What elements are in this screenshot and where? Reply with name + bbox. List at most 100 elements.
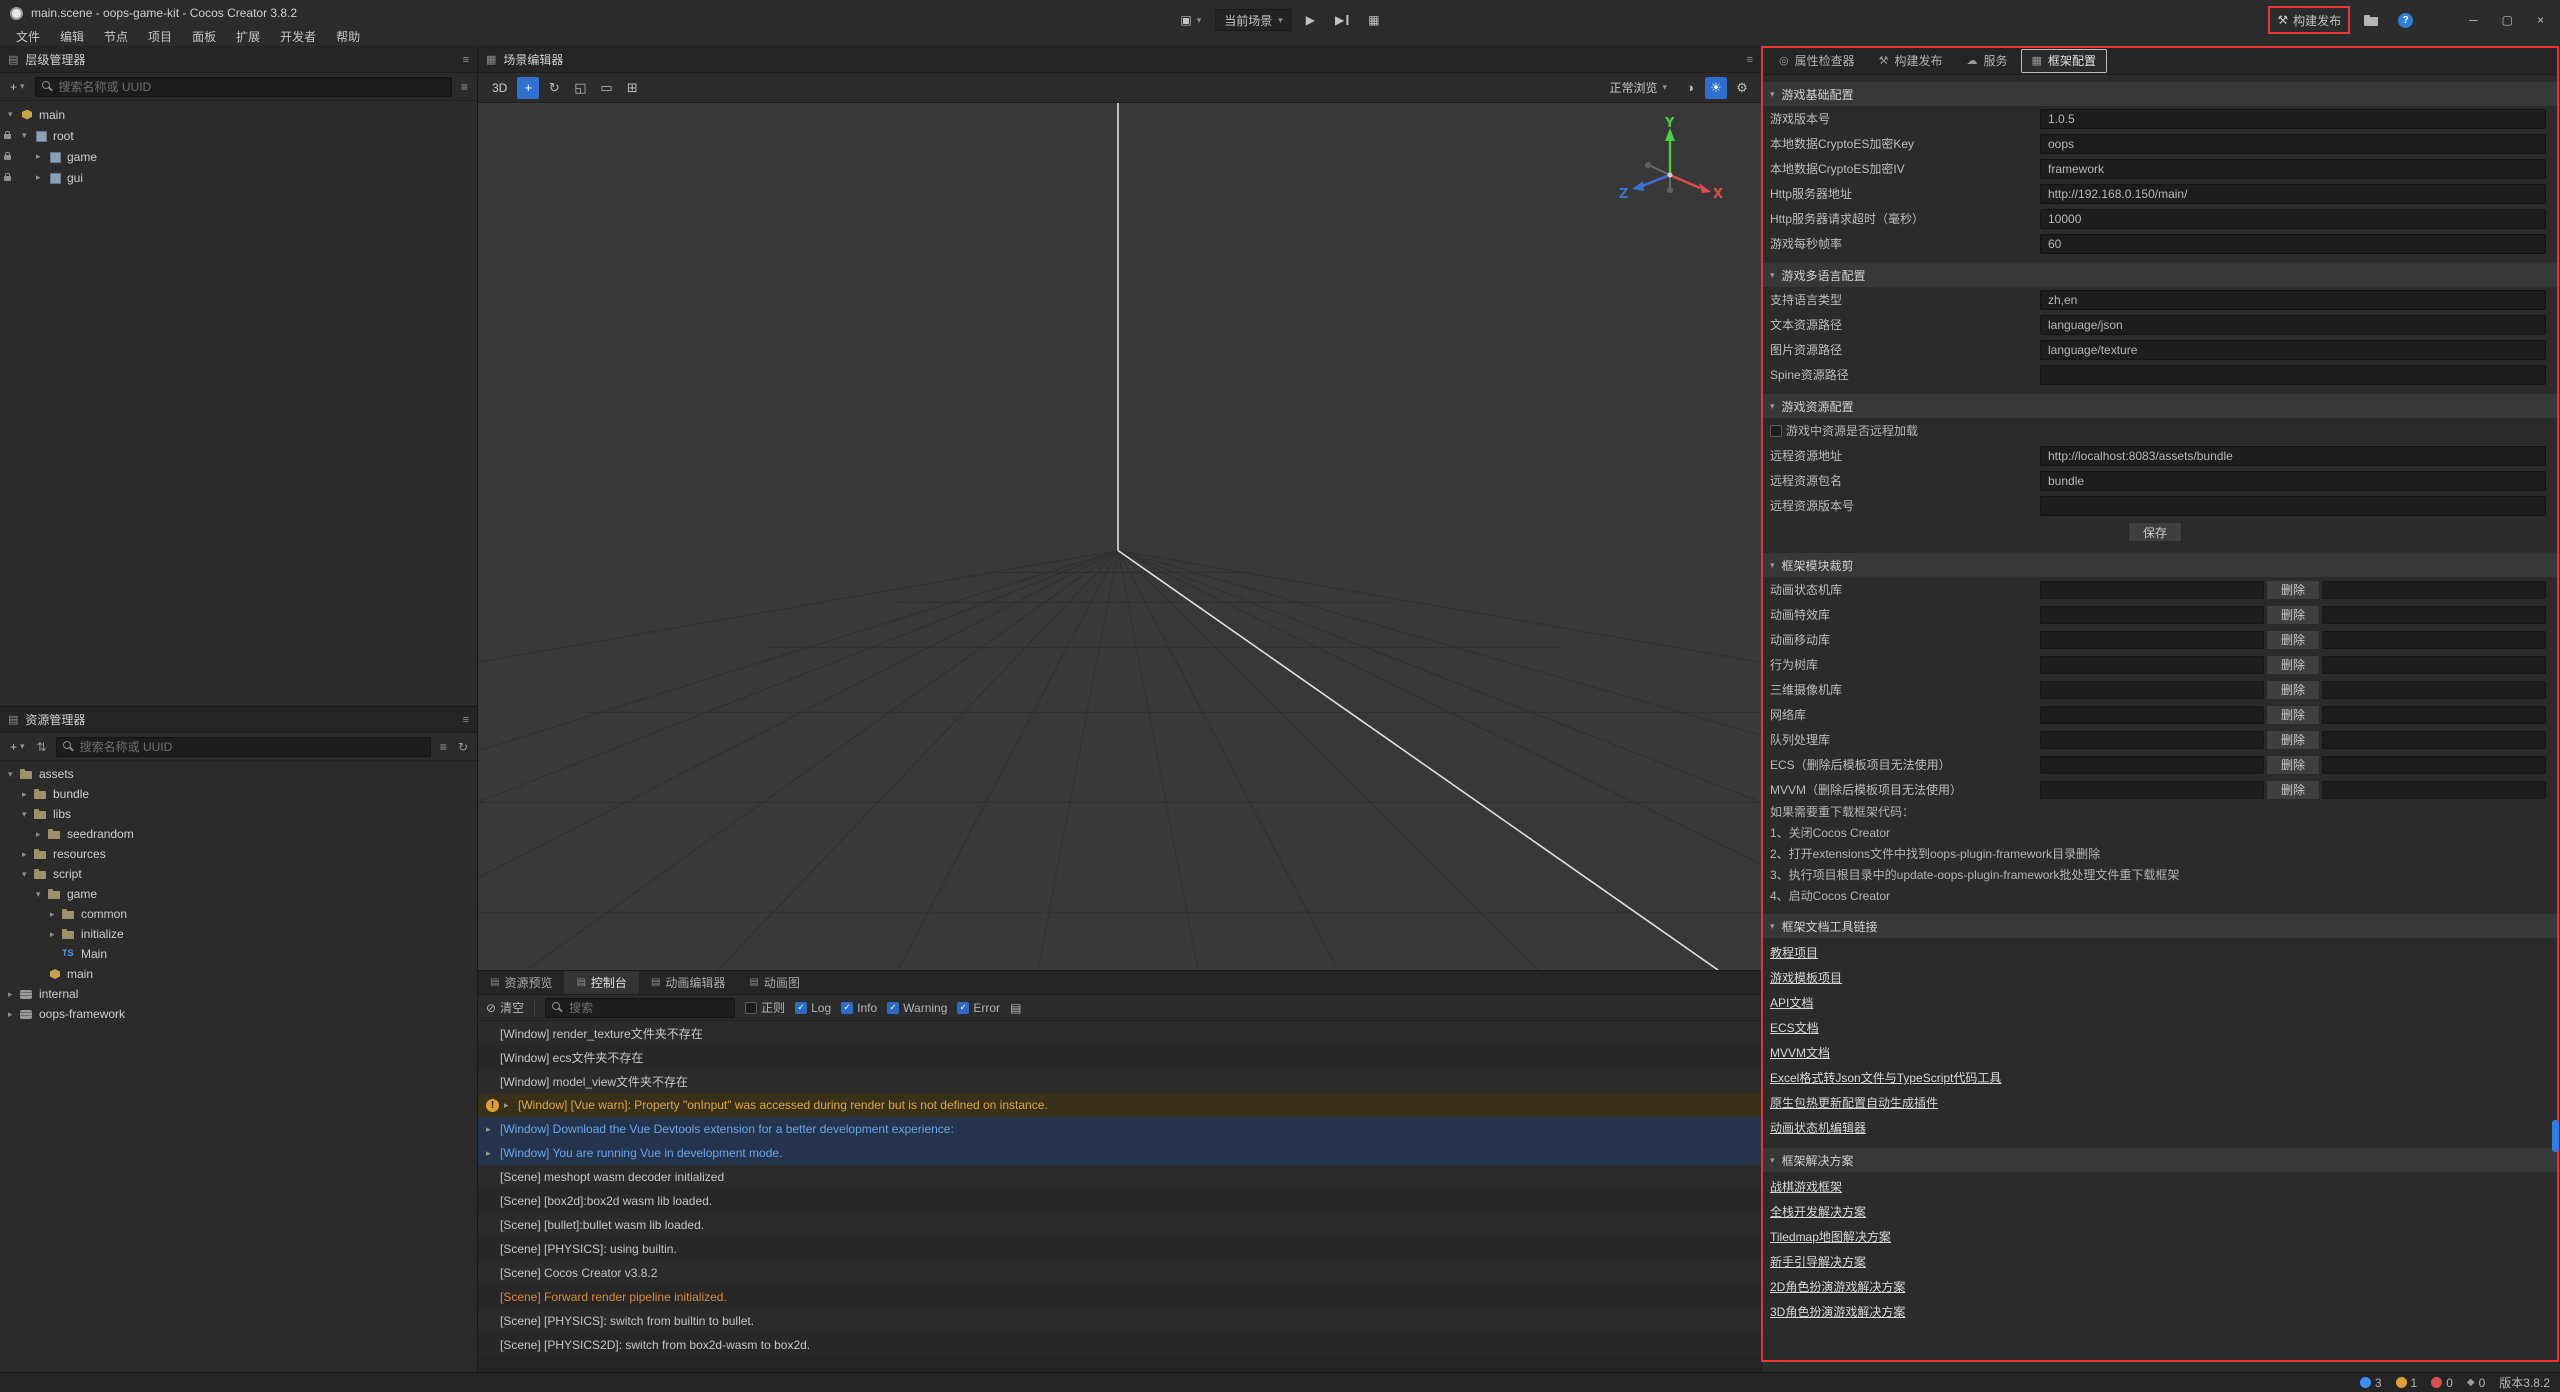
maximize-button[interactable]: ▢ xyxy=(2494,8,2521,32)
create-asset-button[interactable]: + ▾ xyxy=(7,740,28,754)
property-input[interactable] xyxy=(2040,315,2546,335)
log-row[interactable]: [Window] ecs文件夹不存在 xyxy=(478,1045,1761,1069)
tree-arrow-icon[interactable] xyxy=(50,929,62,940)
asset-node[interactable]: assets xyxy=(0,764,477,784)
asset-node[interactable]: initialize xyxy=(0,924,477,944)
solution-link[interactable]: 新手引导解决方案 xyxy=(1770,1250,1866,1275)
solution-link[interactable]: 3D角色扮演游戏解决方案 xyxy=(1770,1300,1905,1325)
property-input[interactable] xyxy=(2040,209,2546,229)
property-input[interactable] xyxy=(2040,109,2546,129)
log-row[interactable]: [Scene] [box2d]:box2d wasm lib loaded. xyxy=(478,1189,1761,1213)
doc-link[interactable]: API文档 xyxy=(1770,991,1813,1016)
hierarchy-node[interactable]: game xyxy=(0,146,477,167)
asset-node[interactable]: oops-framework xyxy=(0,1004,477,1024)
asset-node[interactable]: seedrandom xyxy=(0,824,477,844)
scene-light-button[interactable]: ☀ xyxy=(1705,77,1727,99)
inspector-tab[interactable]: ⚒ 构建发布 xyxy=(1868,49,1954,73)
assets-search-input[interactable] xyxy=(80,740,424,754)
solution-link[interactable]: Tiledmap地图解决方案 xyxy=(1770,1225,1891,1250)
doc-link[interactable]: MVVM文档 xyxy=(1770,1041,1830,1066)
filter-icon[interactable]: ≡ xyxy=(459,80,470,94)
tool-snap-button[interactable]: ⊞ xyxy=(621,77,643,99)
tree-arrow-icon[interactable] xyxy=(36,889,48,900)
tree-arrow-icon[interactable] xyxy=(22,869,34,880)
doc-link[interactable]: Excel格式转Json文件与TypeScript代码工具 xyxy=(1770,1066,2001,1091)
panel-menu-icon[interactable]: ≡ xyxy=(463,54,469,66)
menu-item[interactable]: 编辑 xyxy=(50,26,94,47)
section-basic-config[interactable]: ▾ 游戏基础配置 xyxy=(1762,82,2560,106)
delete-module-button[interactable]: 删除 xyxy=(2266,705,2320,725)
asset-node[interactable]: script xyxy=(0,864,477,884)
layout-grid-button[interactable]: ▦ xyxy=(1362,8,1385,32)
close-button[interactable]: × xyxy=(2529,8,2552,32)
refresh-icon[interactable]: ↻ xyxy=(456,740,470,754)
log-row[interactable]: [Scene] [PHYSICS]: switch from builtin t… xyxy=(478,1309,1761,1333)
minimize-button[interactable]: ─ xyxy=(2461,8,2486,32)
view-mode-selector[interactable]: 正常浏览 ▾ xyxy=(1601,79,1675,96)
asset-node[interactable]: game xyxy=(0,884,477,904)
tree-arrow-icon[interactable] xyxy=(22,849,34,860)
solution-link[interactable]: 全栈开发解决方案 xyxy=(1770,1200,1866,1225)
expand-chevron-icon[interactable]: ▸ xyxy=(504,1100,518,1111)
doc-link[interactable]: 原生包热更新配置自动生成插件 xyxy=(1770,1091,1938,1116)
tool-scale-button[interactable]: ◱ xyxy=(569,77,591,99)
save-button[interactable]: 保存 xyxy=(2128,522,2182,542)
build-button[interactable]: ⚒ 构建发布 xyxy=(2271,8,2347,32)
solution-link[interactable]: 战棋游戏框架 xyxy=(1770,1175,1842,1200)
hierarchy-search[interactable] xyxy=(35,77,452,97)
help-button[interactable] xyxy=(2392,8,2419,32)
tree-arrow-icon[interactable] xyxy=(22,130,34,141)
remote-load-checkbox[interactable]: 游戏中资源是否远程加载 xyxy=(1770,422,1918,439)
lock-icon[interactable] xyxy=(4,176,11,181)
delete-module-button[interactable]: 删除 xyxy=(2266,730,2320,750)
tool-rect-button[interactable]: ▭ xyxy=(595,77,617,99)
property-input[interactable] xyxy=(2040,471,2546,491)
property-input[interactable] xyxy=(2040,340,2546,360)
collapse-logs-button[interactable]: ▤ xyxy=(1010,1001,1021,1015)
delete-module-button[interactable]: 删除 xyxy=(2266,655,2320,675)
tree-arrow-icon[interactable] xyxy=(22,809,34,820)
console-search[interactable] xyxy=(545,998,735,1018)
menu-item[interactable]: 帮助 xyxy=(326,26,370,47)
sort-assets-icon[interactable]: ⇅ xyxy=(35,740,49,754)
doc-link[interactable]: ECS文档 xyxy=(1770,1016,1819,1041)
console-search-input[interactable] xyxy=(569,1001,728,1015)
expand-chevron-icon[interactable]: ▸ xyxy=(486,1124,500,1135)
tree-arrow-icon[interactable] xyxy=(8,769,20,780)
console-tab[interactable]: ▤ 动画编辑器 xyxy=(639,971,737,994)
hierarchy-node[interactable]: root xyxy=(0,125,477,146)
scene-viewport[interactable]: Y X Z xyxy=(478,103,1761,970)
inspector-tab[interactable]: ▦ 框架配置 xyxy=(2021,49,2107,73)
property-input[interactable] xyxy=(2040,365,2546,385)
scene-selector[interactable]: 当前场景 ▾ xyxy=(1215,9,1292,31)
hierarchy-search-input[interactable] xyxy=(59,80,445,94)
section-solutions[interactable]: ▾ 框架解决方案 xyxy=(1762,1148,2560,1172)
clear-console-button[interactable]: ⊘ 清空 xyxy=(486,999,524,1016)
property-input[interactable] xyxy=(2040,496,2546,516)
console-tab[interactable]: ▤ 控制台 xyxy=(564,971,638,994)
panel-menu-icon[interactable]: ≡ xyxy=(463,714,469,726)
asset-node[interactable]: Main xyxy=(0,944,477,964)
menu-item[interactable]: 开发者 xyxy=(270,26,326,47)
status-warning-count[interactable]: 1 xyxy=(2396,1376,2418,1390)
section-doc-links[interactable]: ▾ 框架文档工具链接 xyxy=(1762,914,2560,938)
delete-module-button[interactable]: 删除 xyxy=(2266,630,2320,650)
property-input[interactable] xyxy=(2040,290,2546,310)
tool-rotate-button[interactable]: ↻ xyxy=(543,77,565,99)
log-filter-checkbox[interactable]: Log xyxy=(795,1001,831,1015)
preview-platform-button[interactable]: ▣ ▾ xyxy=(1174,8,1207,32)
asset-node[interactable]: common xyxy=(0,904,477,924)
log-row[interactable]: [Window] render_texture文件夹不存在 xyxy=(478,1021,1761,1045)
delete-module-button[interactable]: 删除 xyxy=(2266,680,2320,700)
tree-arrow-icon[interactable] xyxy=(50,909,62,920)
log-row[interactable]: ▸ [Window] You are running Vue in develo… xyxy=(478,1141,1761,1165)
section-language-config[interactable]: ▾ 游戏多语言配置 xyxy=(1762,263,2560,287)
delete-module-button[interactable]: 删除 xyxy=(2266,780,2320,800)
asset-node[interactable]: bundle xyxy=(0,784,477,804)
hierarchy-node[interactable]: main xyxy=(0,104,477,125)
menu-item[interactable]: 节点 xyxy=(94,26,138,47)
property-input[interactable] xyxy=(2040,234,2546,254)
asset-node[interactable]: main xyxy=(0,964,477,984)
log-row[interactable]: ▸ [Window] Download the Vue Devtools ext… xyxy=(478,1117,1761,1141)
lock-icon[interactable] xyxy=(4,155,11,160)
